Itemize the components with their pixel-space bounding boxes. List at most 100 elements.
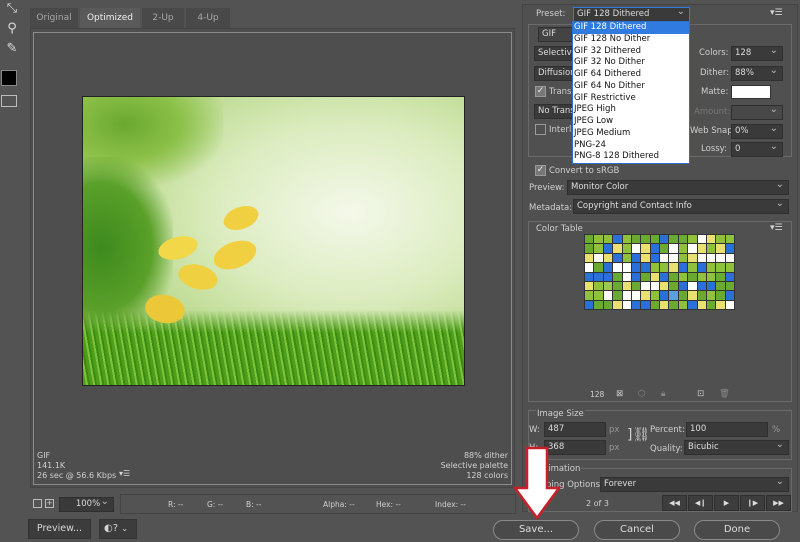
color-swatch[interactable] bbox=[706, 244, 716, 253]
color-swatch[interactable] bbox=[688, 300, 697, 309]
color-swatch[interactable] bbox=[725, 235, 734, 244]
color-swatch[interactable] bbox=[725, 272, 734, 281]
slice-select-icon[interactable]: ⤡ bbox=[2, 0, 22, 18]
color-swatch[interactable] bbox=[594, 253, 603, 263]
lossy-field[interactable]: 0 bbox=[731, 142, 783, 157]
dither-amount[interactable]: 88% bbox=[731, 66, 783, 81]
color-swatch[interactable] bbox=[697, 300, 706, 309]
color-swatch[interactable] bbox=[631, 253, 641, 263]
transparency-checkbox[interactable]: ✓ bbox=[535, 86, 546, 97]
color-swatch[interactable] bbox=[631, 281, 641, 291]
constrain-link-icon[interactable]: ]⛓ bbox=[627, 427, 650, 443]
color-swatch[interactable] bbox=[697, 263, 706, 272]
color-swatch[interactable] bbox=[716, 235, 725, 244]
tab-4up[interactable]: 4-Up bbox=[186, 8, 230, 28]
color-swatch[interactable] bbox=[641, 235, 650, 244]
convert-srgb-checkbox[interactable]: ✓ bbox=[535, 165, 546, 176]
preset-option[interactable]: GIF 128 No Dither bbox=[573, 34, 689, 46]
last-frame-button[interactable]: ▶▶ bbox=[766, 495, 791, 511]
color-swatch[interactable] bbox=[622, 281, 631, 291]
color-swatch[interactable] bbox=[613, 281, 622, 291]
color-swatch[interactable] bbox=[669, 281, 678, 291]
color-swatch[interactable] bbox=[688, 244, 697, 253]
color-swatch[interactable] bbox=[613, 253, 622, 263]
preset-dropdown-menu[interactable]: GIF 128 Dithered GIF 128 No Dither GIF 32 … bbox=[572, 21, 690, 164]
color-swatch[interactable] bbox=[622, 300, 631, 309]
color-swatch[interactable] bbox=[641, 291, 650, 300]
color-swatch[interactable] bbox=[641, 281, 650, 291]
metadata-select[interactable]: Copyright and Contact Info bbox=[573, 199, 789, 214]
next-frame-button[interactable]: ❙▶ bbox=[740, 495, 765, 511]
color-swatch[interactable] bbox=[697, 291, 706, 300]
done-button[interactable]: Done bbox=[694, 520, 780, 540]
color-swatch[interactable] bbox=[594, 291, 603, 300]
color-swatch[interactable] bbox=[706, 272, 716, 281]
color-swatch[interactable] bbox=[650, 291, 659, 300]
color-swatch[interactable] bbox=[613, 300, 622, 309]
color-swatch[interactable] bbox=[678, 253, 688, 263]
color-swatch[interactable] bbox=[678, 244, 688, 253]
preset-option[interactable]: GIF 64 Dithered bbox=[573, 69, 689, 81]
color-swatch[interactable] bbox=[650, 263, 659, 272]
looping-select[interactable]: Forever bbox=[600, 477, 789, 492]
toggle-slices-icon[interactable] bbox=[1, 95, 17, 107]
color-swatch[interactable] bbox=[660, 263, 669, 272]
preset-option[interactable]: GIF 32 No Dither bbox=[573, 57, 689, 69]
color-swatch[interactable] bbox=[716, 263, 725, 272]
color-swatch[interactable] bbox=[725, 281, 734, 291]
color-swatch[interactable] bbox=[603, 291, 613, 300]
color-swatch[interactable] bbox=[650, 244, 659, 253]
color-swatch[interactable] bbox=[650, 300, 659, 309]
preset-option[interactable]: JPEG Low bbox=[573, 116, 689, 128]
browser-preview-button[interactable]: ◐? ⌄ bbox=[99, 519, 137, 539]
color-swatch[interactable] bbox=[678, 235, 688, 244]
zoom-icon[interactable]: ⚲ bbox=[2, 20, 22, 38]
preset-option[interactable]: GIF 32 Dithered bbox=[573, 46, 689, 58]
color-swatch[interactable] bbox=[622, 291, 631, 300]
color-swatch[interactable] bbox=[585, 291, 594, 300]
preview-button[interactable]: Preview... bbox=[28, 519, 91, 539]
preset-option[interactable]: GIF 64 No Dither bbox=[573, 81, 689, 93]
color-swatch[interactable] bbox=[613, 291, 622, 300]
color-swatch[interactable] bbox=[725, 244, 734, 253]
color-swatch[interactable] bbox=[622, 263, 631, 272]
color-swatch[interactable] bbox=[603, 253, 613, 263]
color-swatch[interactable] bbox=[650, 235, 659, 244]
lock-color-icon[interactable]: 🔒︎ bbox=[661, 389, 666, 399]
color-swatch[interactable] bbox=[660, 291, 669, 300]
color-swatch[interactable] bbox=[716, 272, 725, 281]
eyedropper-color-swatch[interactable] bbox=[1, 70, 17, 86]
color-swatch[interactable] bbox=[716, 253, 725, 263]
color-swatch[interactable] bbox=[716, 281, 725, 291]
color-swatch[interactable] bbox=[613, 235, 622, 244]
preset-option[interactable]: JPEG High bbox=[573, 104, 689, 116]
previous-frame-button[interactable]: ◀❙ bbox=[688, 495, 713, 511]
color-swatch[interactable] bbox=[622, 235, 631, 244]
color-swatch[interactable] bbox=[641, 263, 650, 272]
color-swatch[interactable] bbox=[678, 300, 688, 309]
color-swatch[interactable] bbox=[641, 300, 650, 309]
interlaced-checkbox[interactable] bbox=[535, 124, 546, 135]
quality-select[interactable]: Bicubic bbox=[684, 440, 789, 455]
color-swatch[interactable] bbox=[641, 244, 650, 253]
color-swatch[interactable] bbox=[594, 300, 603, 309]
color-swatch[interactable] bbox=[706, 263, 716, 272]
color-swatch[interactable] bbox=[603, 263, 613, 272]
color-swatch[interactable] bbox=[688, 281, 697, 291]
color-swatch[interactable] bbox=[594, 263, 603, 272]
color-swatch[interactable] bbox=[631, 291, 641, 300]
color-swatch[interactable] bbox=[706, 235, 716, 244]
color-swatch[interactable] bbox=[603, 281, 613, 291]
zoom-in-icon[interactable]: + bbox=[45, 499, 54, 508]
color-swatch[interactable] bbox=[594, 235, 603, 244]
color-swatch[interactable] bbox=[585, 253, 594, 263]
color-swatch[interactable] bbox=[706, 300, 716, 309]
color-swatch[interactable] bbox=[697, 253, 706, 263]
color-swatch[interactable] bbox=[725, 300, 734, 309]
first-frame-button[interactable]: ◀◀ bbox=[662, 495, 687, 511]
color-swatch[interactable] bbox=[585, 263, 594, 272]
eyedropper-icon[interactable]: ✎ bbox=[2, 40, 22, 58]
color-swatch[interactable] bbox=[716, 291, 725, 300]
color-swatch[interactable] bbox=[697, 235, 706, 244]
color-swatch[interactable] bbox=[631, 235, 641, 244]
